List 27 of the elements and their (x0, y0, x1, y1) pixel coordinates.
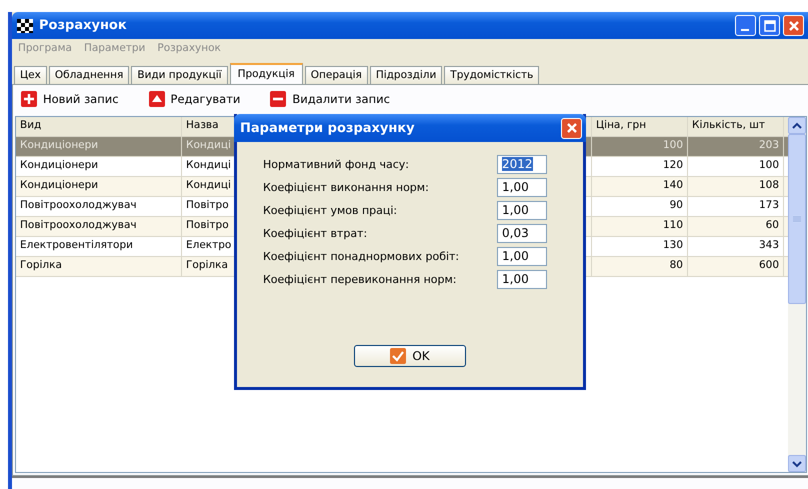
window-title: Розрахунок (39, 18, 128, 33)
table-cell: Електровентілятори (16, 237, 182, 256)
table-cell: 140 (592, 177, 688, 196)
field-label: Коефіцієнт перевиконання норм: (263, 273, 456, 286)
dialog-title: Параметри розрахунку (240, 120, 415, 136)
table-cell: 343 (688, 237, 784, 256)
table-cell: 120 (592, 157, 688, 176)
table-cell: Кондиціонери (16, 157, 182, 176)
table-cell: 600 (688, 257, 784, 276)
field-label: Коефіцієнт умов праці: (263, 204, 398, 217)
table-cell: Кондиціонери (16, 137, 182, 156)
table-cell: 100 (592, 137, 688, 156)
table-cell: Горілка (16, 257, 182, 276)
table-cell: 203 (688, 137, 784, 156)
table-cell: 108 (688, 177, 784, 196)
table-cell: 80 (592, 257, 688, 276)
table-cell: Повітроохолоджувач (16, 197, 182, 216)
table-cell: 60 (688, 217, 784, 236)
table-cell: 130 (592, 237, 688, 256)
table-cell: 90 (592, 197, 688, 216)
field-label: Нормативний фонд часу: (263, 158, 409, 171)
table-cell: Повітроохолоджувач (16, 217, 182, 236)
table-cell: 110 (592, 217, 688, 236)
table-cell: 100 (688, 157, 784, 176)
field-label: Коефіцієнт виконання норм: (263, 181, 429, 194)
table-cell: 173 (688, 197, 784, 216)
table-cell: Кондиціонери (16, 177, 182, 196)
